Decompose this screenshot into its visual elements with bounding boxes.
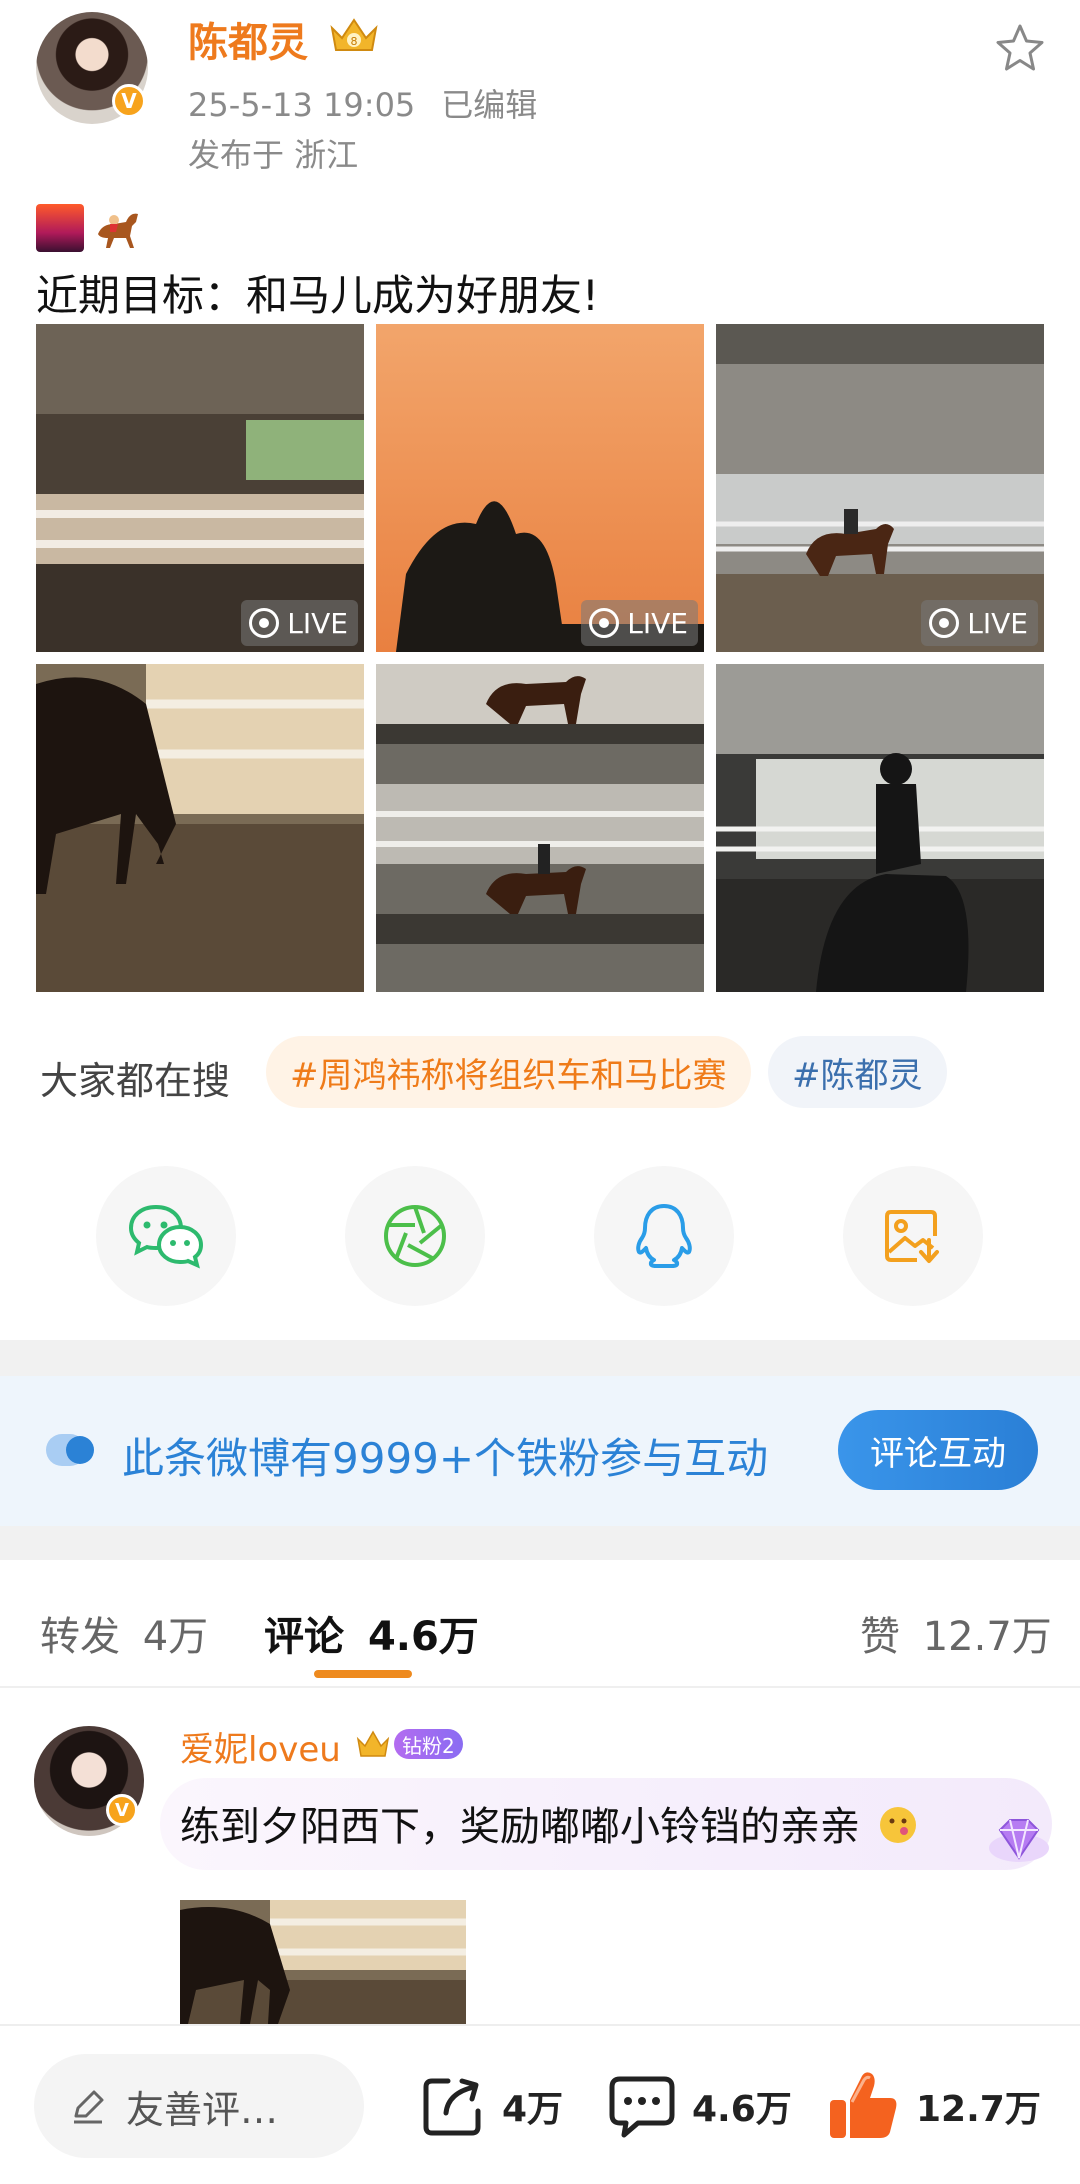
comment-interact-button[interactable]: 评论互动 [838, 1410, 1038, 1490]
live-icon [589, 608, 620, 638]
post-photo-4[interactable] [36, 664, 364, 992]
like-count: 12.7万 [916, 2089, 1041, 2130]
favorite-star-icon[interactable] [994, 22, 1046, 74]
commenter-name[interactable]: 爱妮loveu [180, 1722, 341, 1771]
share-wechat-button[interactable] [96, 1166, 236, 1306]
tab-repost-count: 4万 [142, 1614, 209, 1660]
crown-icon [356, 1730, 390, 1757]
post-photo-5[interactable] [376, 664, 704, 992]
trending-chip-2[interactable]: #陈都灵 [768, 1036, 947, 1108]
tab-repost-label: 转发 [40, 1614, 120, 1660]
kiss-emoji-icon [879, 1807, 916, 1843]
tab-comments-count: 4.6万 [367, 1614, 479, 1660]
fan-level-tag: 钻粉2 [394, 1729, 463, 1759]
post-location: 发布于 浙江 [188, 136, 359, 174]
crown-icon: 8 [330, 18, 378, 51]
save-image-button[interactable] [843, 1166, 983, 1306]
verified-badge-icon: V [106, 1794, 138, 1826]
edited-label: 已编辑 [441, 86, 538, 124]
fan-level-badge: 钻粉2 [356, 1724, 463, 1764]
comment-button[interactable]: 4.6万 [606, 2066, 792, 2146]
comment-text-content: 练到夕阳西下，奖励嘟嘟小铃铛的亲亲 [180, 1804, 860, 1850]
post-photo-3[interactable]: LIVE [716, 324, 1044, 652]
tab-likes-count: 12.7万 [922, 1614, 1052, 1660]
thumbs-up-icon [830, 2072, 897, 2138]
tabs-divider [0, 1686, 1080, 1688]
like-button[interactable]: 12.7万 [826, 2066, 1041, 2146]
live-badge: LIVE [241, 600, 358, 646]
tab-likes-label: 赞 [860, 1614, 900, 1660]
comment-count: 4.6万 [692, 2089, 792, 2130]
repost-count: 4万 [502, 2089, 564, 2130]
tab-repost[interactable]: 转发 4万 [40, 1604, 208, 1662]
save-image-icon [885, 1210, 939, 1263]
horse-emoji-icon [98, 213, 138, 248]
live-icon [929, 608, 960, 638]
city-sunset-emoji-icon [36, 204, 84, 252]
post-emoji-row [36, 204, 142, 252]
live-badge: LIVE [581, 600, 698, 646]
post-text: 近期目标：和马儿成为好朋友! [36, 271, 599, 320]
pencil-icon [74, 2090, 104, 2124]
moments-icon [384, 1205, 446, 1267]
live-icon [249, 608, 280, 638]
post-meta: 25-5-13 19:05 已编辑 [188, 80, 537, 126]
section-divider [0, 1526, 1080, 1560]
tab-likes[interactable]: 赞 12.7万 [860, 1604, 1052, 1662]
svg-text:8: 8 [351, 35, 358, 48]
share-qq-button[interactable] [594, 1166, 734, 1306]
fans-toggle-icon [46, 1434, 94, 1466]
comment-photo[interactable] [180, 1900, 466, 2024]
trending-chip-1[interactable]: #周鸿祎称将组织车和马比赛 [266, 1036, 751, 1108]
tab-comments-label: 评论 [264, 1614, 344, 1660]
live-label: LIVE [287, 606, 348, 640]
trending-search-label: 大家都在搜 [40, 1059, 231, 1103]
composer-placeholder: 友善评… [126, 2087, 279, 2132]
fans-banner-text: 此条微博有9999+个铁粉参与互动 [122, 1434, 769, 1483]
active-tab-indicator [314, 1670, 412, 1678]
section-divider [0, 1340, 1080, 1376]
post-timestamp: 25-5-13 19:05 [188, 86, 416, 124]
comment-icon [609, 2076, 675, 2138]
post-photo-2[interactable]: LIVE [376, 324, 704, 652]
author-name[interactable]: 陈都灵 [188, 10, 308, 68]
share-moments-button[interactable] [345, 1166, 485, 1306]
post-photo-6[interactable] [716, 664, 1044, 992]
live-label: LIVE [967, 606, 1028, 640]
diamond-sticker-icon [989, 1819, 1049, 1862]
repost-icon [423, 2078, 481, 2136]
verified-badge-icon: V [112, 84, 146, 118]
comment-text: 练到夕阳西下，奖励嘟嘟小铃铛的亲亲 [180, 1794, 919, 1852]
comment-composer[interactable]: 友善评… [34, 2054, 364, 2158]
wechat-icon [128, 1204, 204, 1269]
post-photo-1[interactable]: LIVE [36, 324, 364, 652]
repost-button[interactable]: 4万 [418, 2066, 563, 2146]
live-badge: LIVE [921, 600, 1038, 646]
qq-icon [636, 1204, 692, 1268]
tab-comments[interactable]: 评论 4.6万 [264, 1604, 479, 1662]
live-label: LIVE [627, 606, 688, 640]
